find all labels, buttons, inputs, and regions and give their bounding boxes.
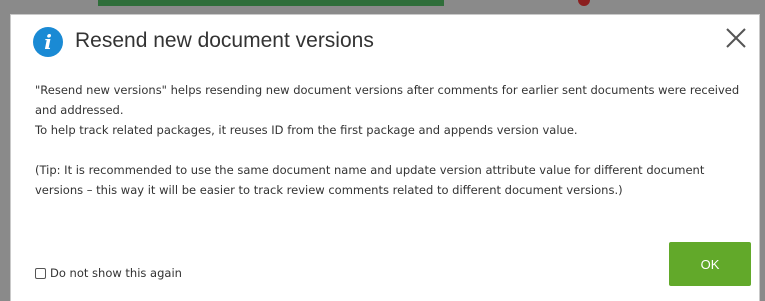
- background-app-badge: [578, 0, 590, 6]
- message-tip: (Tip: It is recommended to use the same …: [35, 163, 705, 197]
- background-app-header-bar: [98, 0, 444, 6]
- info-icon: i: [33, 27, 63, 57]
- resend-versions-dialog: i Resend new document versions "Resend n…: [10, 14, 760, 301]
- dialog-title: Resend new document versions: [75, 29, 374, 52]
- dialog-header: i Resend new document versions: [11, 15, 759, 69]
- close-icon: [726, 28, 746, 48]
- do-not-show-again-label: Do not show this again: [50, 266, 182, 280]
- do-not-show-again-checkbox[interactable]: [35, 267, 46, 279]
- message-paragraph-1: "Resend new versions" helps resending ne…: [35, 83, 740, 117]
- do-not-show-again-option[interactable]: Do not show this again: [35, 266, 182, 280]
- close-button[interactable]: [723, 25, 749, 51]
- message-paragraph-2: To help track related packages, it reuse…: [35, 123, 578, 137]
- ok-button[interactable]: OK: [669, 242, 751, 286]
- dialog-message: "Resend new versions" helps resending ne…: [35, 80, 747, 200]
